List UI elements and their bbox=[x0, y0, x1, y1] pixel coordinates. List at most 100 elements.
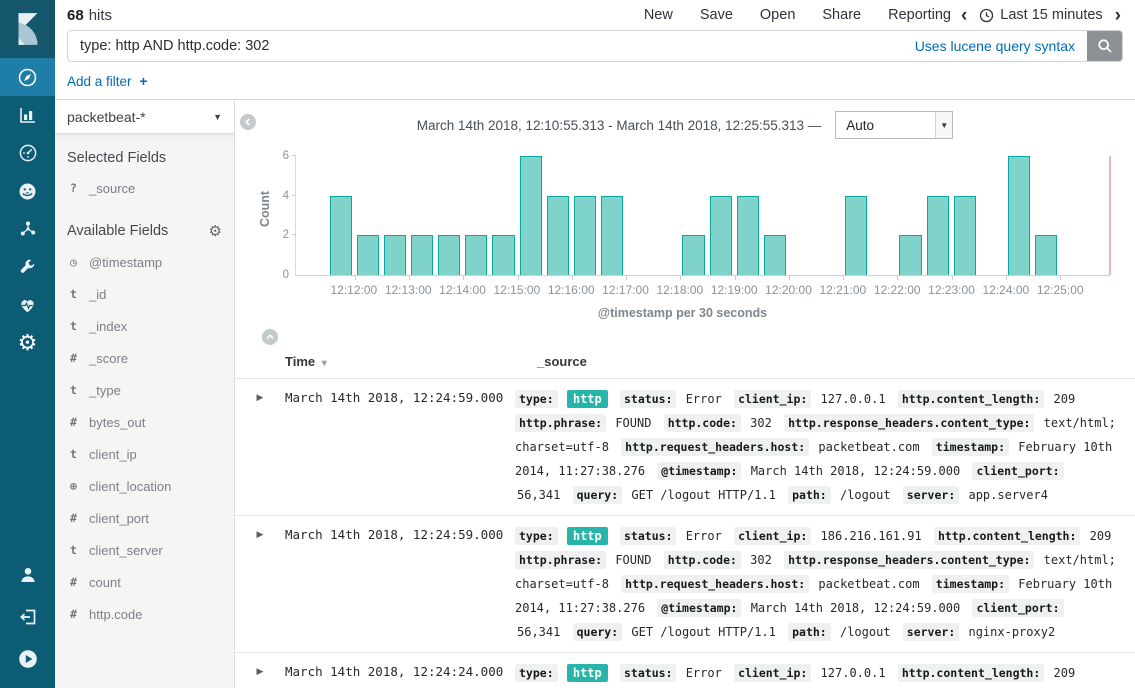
field-value: Error bbox=[686, 666, 722, 680]
field-value: 209 bbox=[1054, 666, 1076, 680]
nav-monitoring[interactable] bbox=[0, 286, 55, 324]
histogram-bar[interactable] bbox=[764, 235, 786, 275]
nav-dev-tools[interactable] bbox=[0, 248, 55, 286]
field-item-client-ip[interactable]: tclient_ip bbox=[67, 438, 222, 470]
row-source-summary: type: http status: Error client_ip: 186.… bbox=[515, 524, 1135, 644]
time-range-end-marker bbox=[1109, 156, 1111, 275]
histogram-bar[interactable] bbox=[547, 196, 569, 275]
lucene-syntax-link[interactable]: Uses lucene query syntax bbox=[915, 38, 1075, 54]
field-key-badge: client_port: bbox=[972, 599, 1063, 617]
time-forward-button[interactable]: › bbox=[1115, 6, 1121, 25]
field-value: /logout bbox=[840, 625, 891, 639]
menu-open[interactable]: Open bbox=[760, 7, 795, 23]
y-tick-mark bbox=[292, 195, 296, 196]
field-name: client_server bbox=[89, 543, 163, 558]
x-tick-label: 12:23:00 bbox=[928, 283, 975, 297]
expand-row-caret[interactable]: ▶ bbox=[235, 661, 285, 688]
field-value: 186.216.161.91 bbox=[821, 529, 922, 543]
x-tick-label: 12:21:00 bbox=[820, 283, 867, 297]
histogram-bar[interactable] bbox=[574, 196, 596, 275]
histogram-bar[interactable] bbox=[1008, 156, 1030, 275]
selected-fields-list: ?_source bbox=[67, 172, 222, 204]
nav-visualize[interactable] bbox=[0, 96, 55, 134]
field-key-badge: status: bbox=[620, 664, 676, 682]
lion-icon bbox=[17, 181, 38, 202]
field-item-count[interactable]: #count bbox=[67, 566, 222, 598]
field-settings-gear-icon[interactable]: ⚙ bbox=[209, 222, 222, 240]
collapse-histogram-button[interactable] bbox=[262, 329, 278, 345]
menu-share[interactable]: Share bbox=[822, 7, 861, 23]
menu-reporting[interactable]: Reporting bbox=[888, 7, 951, 23]
x-tick-mark bbox=[409, 275, 410, 280]
field-value: March 14th 2018, 12:24:59.000 bbox=[751, 601, 961, 615]
nav-discover[interactable] bbox=[0, 58, 55, 96]
search-input[interactable] bbox=[68, 31, 915, 61]
time-back-button[interactable]: ‹ bbox=[961, 6, 967, 25]
field-item-client-server[interactable]: tclient_server bbox=[67, 534, 222, 566]
index-pattern-selector[interactable]: packetbeat-* ▼ bbox=[55, 100, 234, 134]
nav-dashboard[interactable] bbox=[0, 134, 55, 172]
histogram-bar[interactable] bbox=[384, 235, 406, 275]
field-key-badge: query: bbox=[573, 486, 623, 504]
search-button[interactable] bbox=[1087, 31, 1122, 61]
play-circle-icon bbox=[17, 648, 39, 670]
histogram-bar[interactable] bbox=[845, 196, 867, 275]
field-key-badge: http.content_length: bbox=[898, 390, 1044, 408]
field-item--score[interactable]: #_score bbox=[67, 342, 222, 374]
field-item-client-location[interactable]: ⊕client_location bbox=[67, 470, 222, 502]
field-item--id[interactable]: t_id bbox=[67, 278, 222, 310]
kibana-logo[interactable] bbox=[0, 0, 55, 58]
nav-guided-tour[interactable] bbox=[0, 638, 55, 680]
plus-icon: + bbox=[139, 73, 147, 89]
histogram-bar[interactable] bbox=[737, 196, 759, 275]
histogram-bar[interactable] bbox=[411, 235, 433, 275]
menu-new[interactable]: New bbox=[644, 7, 673, 23]
histogram-bar[interactable] bbox=[357, 235, 379, 275]
histogram-bar[interactable] bbox=[601, 196, 623, 275]
field-item-http-code[interactable]: #http.code bbox=[67, 598, 222, 630]
field-item--type[interactable]: t_type bbox=[67, 374, 222, 406]
nav-timelion[interactable] bbox=[0, 172, 55, 210]
top-header-bar: 68 hits NewSaveOpenShareReporting ‹ Last… bbox=[55, 0, 1135, 30]
histogram-bar[interactable] bbox=[1035, 235, 1057, 275]
histogram-bar[interactable] bbox=[682, 235, 704, 275]
expand-row-caret[interactable]: ▶ bbox=[235, 524, 285, 644]
histogram-bar[interactable] bbox=[520, 156, 542, 275]
add-filter-button[interactable]: Add a filter + bbox=[67, 73, 148, 89]
field-value: Error bbox=[686, 392, 722, 406]
histogram-bar[interactable] bbox=[492, 235, 514, 275]
field-item-bytes-out[interactable]: #bytes_out bbox=[67, 406, 222, 438]
field-key-badge: type: bbox=[515, 390, 558, 408]
x-tick-label: 12:20:00 bbox=[765, 283, 812, 297]
histogram-bar[interactable] bbox=[330, 196, 352, 275]
y-tick-label: 0 bbox=[283, 269, 289, 281]
histogram-bar[interactable] bbox=[899, 235, 921, 275]
histogram-bar[interactable] bbox=[465, 235, 487, 275]
x-tick-mark bbox=[735, 275, 736, 280]
histogram-bar[interactable] bbox=[954, 196, 976, 275]
histogram-bar[interactable] bbox=[710, 196, 732, 275]
time-range-button[interactable]: Last 15 minutes bbox=[979, 7, 1102, 23]
field-item--index[interactable]: t_index bbox=[67, 310, 222, 342]
nav-logout[interactable] bbox=[0, 596, 55, 638]
field-item--source[interactable]: ?_source bbox=[67, 172, 222, 204]
available-fields-label: Available Fields bbox=[67, 223, 168, 239]
interval-select[interactable]: Auto ▼ bbox=[835, 111, 953, 139]
graph-icon bbox=[18, 219, 38, 239]
user-icon bbox=[18, 565, 38, 585]
collapse-sidebar-button[interactable] bbox=[240, 114, 256, 130]
table-row: ▶March 14th 2018, 12:24:24.000type: http… bbox=[235, 653, 1135, 688]
field-name: _index bbox=[89, 319, 127, 334]
nav-management[interactable]: ⚙ bbox=[0, 324, 55, 362]
histogram-bar[interactable] bbox=[927, 196, 949, 275]
expand-row-caret[interactable]: ▶ bbox=[235, 387, 285, 507]
field-item--timestamp[interactable]: ◷@timestamp bbox=[67, 246, 222, 278]
field-item-client-port[interactable]: #client_port bbox=[67, 502, 222, 534]
string-type-icon: t bbox=[67, 447, 80, 461]
nav-graph[interactable] bbox=[0, 210, 55, 248]
histogram-bar[interactable] bbox=[438, 235, 460, 275]
nav-account[interactable] bbox=[0, 554, 55, 596]
x-tick-mark bbox=[1060, 275, 1061, 280]
time-column-header[interactable]: Time ▾ bbox=[285, 354, 515, 369]
menu-save[interactable]: Save bbox=[700, 7, 733, 23]
